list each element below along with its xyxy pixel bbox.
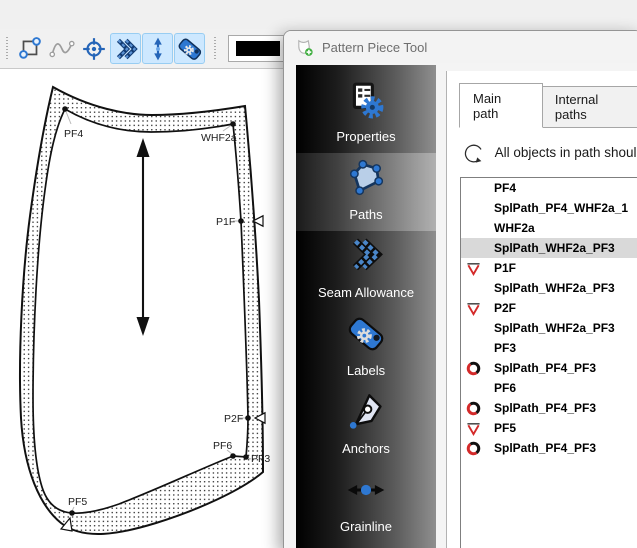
list-item[interactable]: P2F <box>461 298 637 318</box>
path-direction-row: All objects in path should <box>461 136 637 169</box>
label-tool-icon <box>177 36 203 62</box>
pattern-piece-icon <box>295 38 314 57</box>
point-label-pf4: PF4 <box>64 128 83 140</box>
point-pf3 <box>243 454 249 460</box>
sidebar-item-anchors[interactable]: Anchors <box>296 387 436 465</box>
sidebar-item-label: Properties <box>336 129 395 144</box>
point-label-p2f: P2F <box>224 413 243 425</box>
window-top-strip <box>0 0 637 29</box>
anchor-point-tool-button[interactable] <box>78 33 109 64</box>
properties-icon <box>347 79 385 121</box>
list-item[interactable]: SplPath_WHF2a_PF3 <box>461 318 637 338</box>
dialog-sidebar: Properties Paths <box>296 65 436 548</box>
tab-internal-paths[interactable]: Internal paths <box>542 86 637 128</box>
reverse-direction-icon <box>465 360 481 376</box>
point-label-whf2a: WHF2a <box>201 132 237 144</box>
point-p2f <box>245 415 251 421</box>
color-swatch-black <box>236 41 280 56</box>
pattern-piece-tool-button[interactable] <box>14 33 45 64</box>
seam-allowance-tool-icon <box>113 36 139 62</box>
seam-allowance-icon <box>347 235 385 277</box>
anchor-point-tool-icon <box>81 36 107 62</box>
list-item[interactable]: PF5 <box>461 418 637 438</box>
spline-tool-icon <box>49 36 75 62</box>
list-item[interactable]: SplPath_PF4_PF3 <box>461 358 637 378</box>
list-item[interactable]: SplPath_PF4_WHF2a_1 <box>461 198 637 218</box>
point-pf5 <box>69 510 75 516</box>
label-tool-button[interactable] <box>174 33 205 64</box>
clockwise-direction-icon[interactable] <box>461 136 487 169</box>
list-item[interactable]: PF6 <box>461 378 637 398</box>
direction-note: All objects in path should <box>495 145 637 160</box>
sidebar-item-label: Seam Allowance <box>318 285 414 300</box>
point-label-pf6: PF6 <box>213 440 232 452</box>
internal-path-tool-icon <box>145 36 171 62</box>
reverse-direction-icon <box>465 400 481 416</box>
pattern-piece-drawing: PF4 WHF2a P1F P2F PF6 PF3 PF5 <box>0 70 287 548</box>
anchors-icon <box>346 391 386 433</box>
list-item[interactable]: P1F <box>461 258 637 278</box>
pattern-piece-tool-dialog: Pattern Piece Tool <box>283 30 637 548</box>
sidebar-item-grainline[interactable]: Grainline <box>296 465 436 543</box>
notch-icon <box>465 420 481 436</box>
tab-main-path[interactable]: Main path <box>459 83 543 128</box>
internal-path-tool-button[interactable] <box>142 33 173 64</box>
point-pf4 <box>62 106 68 112</box>
sidebar-item-label: Labels <box>347 363 385 378</box>
sidebar-item-label: Grainline <box>340 519 392 534</box>
sidebar-item-paths[interactable]: Paths <box>296 153 436 231</box>
dialog-content-pane: Main path Internal paths All objects in … <box>446 71 637 548</box>
grainline-icon <box>346 469 386 511</box>
sidebar-item-seam-allowance[interactable]: Seam Allowance <box>296 231 436 309</box>
dialog-titlebar[interactable]: Pattern Piece Tool <box>284 31 637 63</box>
point-pf6 <box>230 453 236 459</box>
pattern-piece-tool-icon <box>17 36 43 62</box>
dialog-body: Properties Paths <box>284 63 637 548</box>
point-label-pf3: PF3 <box>251 453 270 465</box>
sidebar-item-label: Paths <box>349 207 382 222</box>
spline-tool-button[interactable] <box>46 33 77 64</box>
main-path-object-list[interactable]: PF4 SplPath_PF4_WHF2a_1 WHF2a SplPath_WH… <box>460 177 637 548</box>
sidebar-item-labels[interactable]: Labels <box>296 309 436 387</box>
seam-allowance-tool-button[interactable] <box>110 33 141 64</box>
paths-icon <box>346 157 386 199</box>
list-item[interactable]: SplPath_WHF2a_PF3 <box>461 278 637 298</box>
toolbar-drag-handle[interactable] <box>5 37 10 61</box>
list-item[interactable]: SplPath_PF4_PF3 <box>461 398 637 418</box>
sidebar-item-label: Anchors <box>342 441 390 456</box>
list-item[interactable]: SplPath_PF4_PF3 <box>461 438 637 458</box>
list-item[interactable]: PF3 <box>461 338 637 358</box>
notch-icon <box>465 300 481 316</box>
point-label-pf5: PF5 <box>68 496 87 508</box>
point-label-p1f: P1F <box>216 216 235 228</box>
toolbar-drag-handle[interactable] <box>213 37 218 61</box>
dialog-title: Pattern Piece Tool <box>322 40 427 55</box>
notch-icon <box>465 260 481 276</box>
reverse-direction-icon <box>465 440 481 456</box>
point-p1f <box>238 218 244 224</box>
list-item[interactable]: WHF2a <box>461 218 637 238</box>
labels-icon <box>346 313 386 355</box>
list-item[interactable]: PF4 <box>461 178 637 198</box>
tab-bar: Main path Internal paths <box>459 83 637 128</box>
list-item-selected[interactable]: SplPath_WHF2a_PF3 <box>461 238 637 258</box>
app-window: Black <box>0 0 637 548</box>
sidebar-item-notches[interactable] <box>296 543 436 548</box>
sidebar-item-properties[interactable]: Properties <box>296 75 436 153</box>
point-whf2a <box>230 121 236 127</box>
main-path-outline[interactable] <box>33 109 248 513</box>
